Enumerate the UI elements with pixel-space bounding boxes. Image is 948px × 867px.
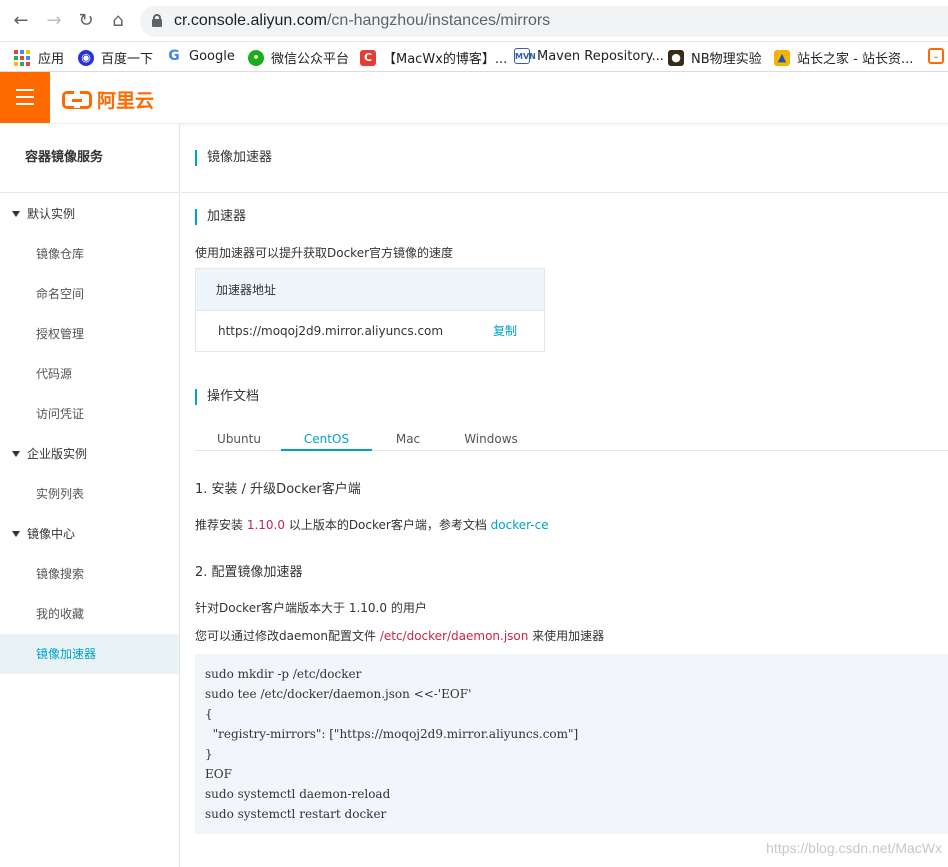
sidebar-item-namespaces[interactable]: 命名空间 <box>0 274 179 314</box>
step2-line2: 您可以通过修改daemon配置文件 /etc/docker/daemon.jso… <box>195 629 605 643</box>
code-line: { <box>205 707 213 721</box>
code-line: } <box>205 747 213 761</box>
bookmark-google[interactable]: G Google <box>166 48 235 64</box>
caret-down-icon <box>12 531 20 537</box>
sidebar-item-favorites[interactable]: 我的收藏 <box>0 594 179 634</box>
code-block[interactable]: sudo mkdir -p /etc/docker sudo tee /etc/… <box>195 654 948 834</box>
code-line: sudo systemctl daemon-reload <box>205 787 391 801</box>
copy-button[interactable]: 复制 <box>493 311 517 351</box>
page-title: 镜像加速器 <box>195 150 272 166</box>
nb-icon: ● <box>668 49 684 66</box>
docs-section-title: 操作文档 <box>195 389 259 405</box>
os-tabs: Ubuntu CentOS Mac Windows <box>195 428 948 451</box>
sidebar-item-repos[interactable]: 镜像仓库 <box>0 234 179 274</box>
bookmark-apps[interactable]: 应用 <box>14 48 64 67</box>
wechat-icon: • <box>248 49 264 66</box>
docker-ce-link[interactable]: docker-ce <box>491 518 549 532</box>
bookmark-wechat[interactable]: • 微信公众平台 <box>248 48 349 67</box>
browser-toolbar: ← → ↻ ⌂ cr.console.aliyun.com/cn-hangzho… <box>0 0 948 42</box>
bookmark-chinaz[interactable]: ▲ 站长之家 - 站长资... <box>774 48 913 67</box>
caret-down-icon <box>12 451 20 457</box>
bookmark-csdn[interactable]: C 【MacWx的博客】... <box>360 48 507 67</box>
caret-down-icon <box>12 211 20 217</box>
tab-mac[interactable]: Mac <box>383 428 433 451</box>
accelerator-section-title: 加速器 <box>195 209 246 225</box>
apps-icon <box>14 49 30 66</box>
bookmark-maven[interactable]: MVN Maven Repository... <box>514 48 664 64</box>
bookmark-nb[interactable]: ● NB物理实验 <box>668 48 762 67</box>
sidebar-item-code-source[interactable]: 代码源 <box>0 354 179 394</box>
aliyun-bookmark-icon: - <box>928 48 944 64</box>
bookmarks-bar: 应用 ◉ 百度一下 G Google • 微信公众平台 C 【MacWx的博客】… <box>0 42 948 72</box>
step1-title: 1. 安装 / 升级Docker客户端 <box>195 482 361 497</box>
page-header: 镜像加速器 <box>181 124 948 193</box>
main-content: 镜像加速器 加速器 使用加速器可以提升获取Docker官方镜像的速度 加速器地址… <box>181 124 948 867</box>
google-icon: G <box>166 48 182 64</box>
bookmark-baidu[interactable]: ◉ 百度一下 <box>78 48 153 67</box>
code-line: sudo tee /etc/docker/daemon.json <<-'EOF… <box>205 687 472 701</box>
address-header: 加速器地址 <box>196 269 544 311</box>
watermark: https://blog.csdn.net/MacWx <box>766 840 942 856</box>
docker-version: 1.10.0 <box>246 518 285 532</box>
sidebar-group-default[interactable]: 默认实例 <box>0 194 179 234</box>
code-line: sudo mkdir -p /etc/docker <box>205 667 362 681</box>
step2-line1: 针对Docker客户端版本大于 1.10.0 的用户 <box>195 601 427 615</box>
hamburger-menu-icon[interactable] <box>0 72 50 123</box>
address-bar[interactable]: cr.console.aliyun.com/cn-hangzhou/instan… <box>140 6 948 37</box>
step2-title: 2. 配置镜像加速器 <box>195 565 303 580</box>
sidebar: 容器镜像服务 默认实例 镜像仓库 命名空间 授权管理 代码源 访问凭证 企业版实… <box>0 124 180 867</box>
tab-windows[interactable]: Windows <box>447 428 535 451</box>
url-text[interactable]: cr.console.aliyun.com/cn-hangzhou/instan… <box>174 12 550 30</box>
accelerator-address-card: 加速器地址 https://moqoj2d9.mirror.aliyuncs.c… <box>195 268 545 352</box>
sidebar-group-image-center[interactable]: 镜像中心 <box>0 514 179 554</box>
step1-description: 推荐安装 1.10.0 以上版本的Docker客户端，参考文档 docker-c… <box>195 518 549 532</box>
address-row: https://moqoj2d9.mirror.aliyuncs.com 复制 <box>196 311 544 352</box>
accelerator-description: 使用加速器可以提升获取Docker官方镜像的速度 <box>195 246 454 260</box>
console-header: 阿里云 <box>0 72 948 124</box>
tab-ubuntu[interactable]: Ubuntu <box>205 428 273 451</box>
sidebar-item-accelerator[interactable]: 镜像加速器 <box>0 634 179 674</box>
code-line: "registry-mirrors": ["https://moqoj2d9.m… <box>205 727 579 741</box>
reload-icon[interactable]: ↻ <box>74 9 98 33</box>
aliyun-logo[interactable]: 阿里云 <box>62 86 154 113</box>
code-line: EOF <box>205 767 232 781</box>
aliyun-logo-icon <box>62 89 92 109</box>
sidebar-item-auth[interactable]: 授权管理 <box>0 314 179 354</box>
maven-icon: MVN <box>514 48 536 64</box>
baidu-paw-icon: ◉ <box>78 49 94 66</box>
lock-icon <box>152 14 162 27</box>
csdn-icon: C <box>360 49 376 66</box>
back-icon[interactable]: ← <box>9 9 33 33</box>
forward-icon[interactable]: → <box>42 9 66 33</box>
logo-text: 阿里云 <box>97 90 155 112</box>
home-icon[interactable]: ⌂ <box>106 9 130 33</box>
bookmark-overflow[interactable]: - <box>928 48 948 64</box>
accelerator-url: https://moqoj2d9.mirror.aliyuncs.com <box>218 324 444 338</box>
daemon-config-path: /etc/docker/daemon.json <box>379 629 529 643</box>
sidebar-group-enterprise[interactable]: 企业版实例 <box>0 434 179 474</box>
code-line: sudo systemctl restart docker <box>205 807 387 821</box>
sidebar-item-search[interactable]: 镜像搜索 <box>0 554 179 594</box>
sidebar-title: 容器镜像服务 <box>0 124 179 193</box>
tab-centos[interactable]: CentOS <box>281 428 372 451</box>
chinaz-icon: ▲ <box>774 49 790 66</box>
sidebar-item-credentials[interactable]: 访问凭证 <box>0 394 179 434</box>
sidebar-item-instances[interactable]: 实例列表 <box>0 474 179 514</box>
